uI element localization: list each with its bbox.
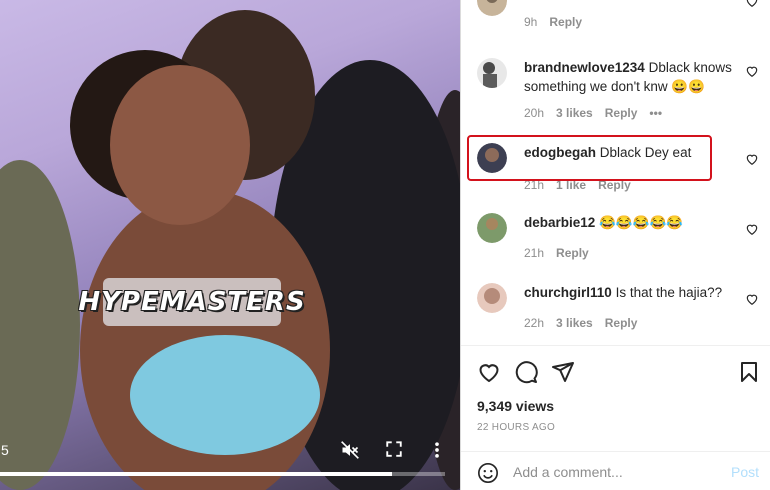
heart-icon[interactable] <box>477 360 501 384</box>
avatar[interactable] <box>477 0 507 16</box>
reply-button[interactable]: Reply <box>605 104 638 123</box>
heart-icon[interactable] <box>745 292 759 306</box>
post-time: 22 HOURS AGO <box>477 422 556 433</box>
mute-icon[interactable] <box>340 440 360 460</box>
comment-time: 9h <box>524 15 538 29</box>
bookmark-icon[interactable] <box>737 360 761 384</box>
reply-button[interactable]: Reply <box>556 244 589 263</box>
avatar[interactable] <box>477 283 507 313</box>
comment-likes[interactable]: 3 likes <box>556 314 593 333</box>
heart-icon[interactable] <box>745 0 759 8</box>
video-player[interactable]: HYPEMASTERS 5 <box>0 0 460 490</box>
view-count[interactable]: 9,349 views <box>477 398 554 414</box>
comment-options-button[interactable]: ••• <box>649 104 662 123</box>
comment-body: brandnewlove1234 Dblack knows something … <box>524 58 744 123</box>
woman-face <box>110 65 250 225</box>
comment-username[interactable]: debarbie12 <box>524 215 595 230</box>
comment-time: 21h <box>524 246 545 260</box>
share-icon[interactable] <box>551 360 575 384</box>
heart-icon[interactable] <box>745 222 759 236</box>
avatar[interactable] <box>477 213 507 243</box>
more-icon[interactable] <box>430 440 444 460</box>
comment-item: 9h Reply <box>461 0 770 40</box>
comment-meta: 22h 3 likes Reply <box>524 314 744 333</box>
background-wall <box>0 160 80 490</box>
reply-button[interactable]: Reply <box>549 13 582 32</box>
comment-text: brandnewlove1234 Dblack knows something … <box>524 58 744 96</box>
add-comment-input[interactable] <box>513 461 713 483</box>
heart-icon[interactable] <box>745 152 759 166</box>
comment-highlight-box <box>467 135 712 181</box>
video-progress-fill <box>0 472 392 476</box>
comment-content: 😂😂😂😂😂 <box>599 215 684 230</box>
comment-likes[interactable]: 3 likes <box>556 104 593 123</box>
comment-item: brandnewlove1234 Dblack knows something … <box>461 58 770 128</box>
comment-item: debarbie12 😂😂😂😂😂 21h Reply <box>461 213 770 268</box>
avatar[interactable] <box>477 58 507 88</box>
comment-time: 20h <box>524 106 545 120</box>
video-time: 5 <box>1 442 9 458</box>
comment-content: Is that the hajia?? <box>615 285 723 300</box>
comment-body: churchgirl110 Is that the hajia?? 22h 3 … <box>524 283 744 333</box>
comment-item: churchgirl110 Is that the hajia?? 22h 3 … <box>461 283 770 338</box>
comments-pane: 9h Reply brandnewlove1234 Dblack knows s… <box>460 0 770 490</box>
comment-text: debarbie12 😂😂😂😂😂 <box>524 213 744 232</box>
comment-icon[interactable] <box>514 360 538 384</box>
woman-top <box>130 335 320 455</box>
post-actions: 9,349 views 22 HOURS AGO Post <box>461 345 770 490</box>
comment-username[interactable]: churchgirl110 <box>524 285 612 300</box>
comment-body: debarbie12 😂😂😂😂😂 21h Reply <box>524 213 744 263</box>
video-progress-bar[interactable] <box>0 472 445 476</box>
post-button[interactable]: Post <box>731 464 759 480</box>
add-comment-row: Post <box>461 451 770 490</box>
comment-username[interactable]: brandnewlove1234 <box>524 60 645 75</box>
reply-button[interactable]: Reply <box>605 314 638 333</box>
comment-body: 9h Reply <box>524 0 744 32</box>
emoji-icon[interactable] <box>477 462 499 484</box>
comment-time: 22h <box>524 316 545 330</box>
comment-text <box>524 0 744 5</box>
video-watermark: HYPEMASTERS <box>78 278 305 326</box>
heart-icon[interactable] <box>745 64 759 78</box>
comment-meta: 21h Reply <box>524 244 744 263</box>
comment-text: churchgirl110 Is that the hajia?? <box>524 283 744 302</box>
comment-meta: 20h 3 likes Reply ••• <box>524 104 744 123</box>
fullscreen-icon[interactable] <box>385 440 403 458</box>
comment-meta: 9h Reply <box>524 13 744 32</box>
